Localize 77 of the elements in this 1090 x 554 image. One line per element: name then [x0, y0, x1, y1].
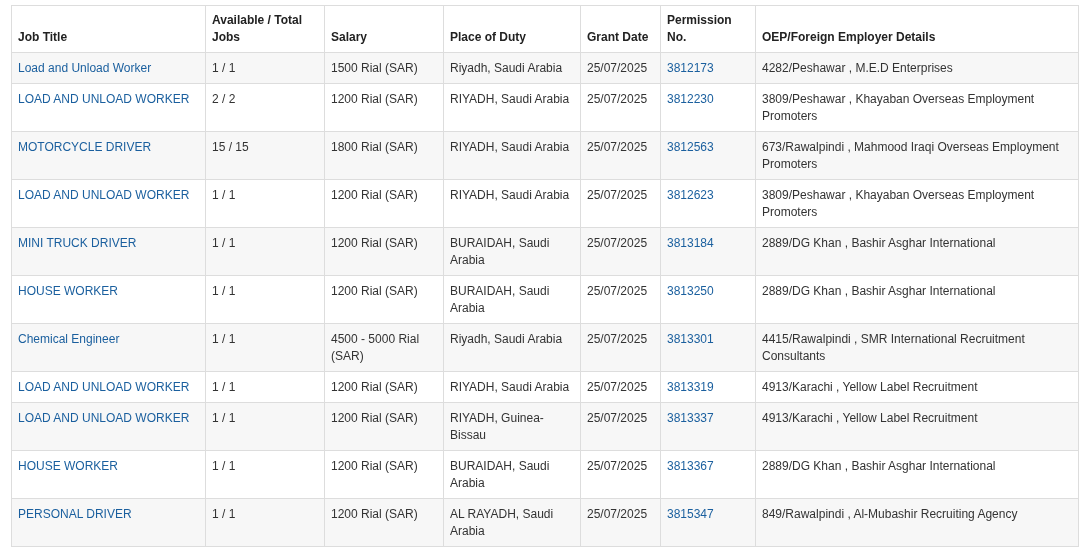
permission-link[interactable]: 3812623	[667, 188, 714, 202]
jobs-count: 1 / 1	[212, 332, 236, 346]
place-text: BURAIDAH, Saudi Arabia	[450, 284, 550, 315]
job-title-link[interactable]: Chemical Engineer	[18, 332, 120, 346]
employer-text: 4415/Rawalpindi , SMR International Recruitment Consultants	[762, 332, 1025, 363]
employer-text: 2889/DG Khan , Bashir Asghar International	[762, 284, 996, 298]
jobs-count: 2 / 2	[212, 92, 236, 106]
salary-text: 1200 Rial (SAR)	[331, 92, 418, 106]
permission-link[interactable]: 3813337	[667, 411, 714, 425]
permission-link[interactable]: 3813184	[667, 236, 714, 250]
column-header: OEP/Foreign Employer Details	[762, 30, 936, 44]
jobs-count: 1 / 1	[212, 380, 236, 394]
grant-date: 25/07/2025	[587, 236, 648, 250]
jobs-count: 1 / 1	[212, 61, 236, 75]
employer-text: 4913/Karachi , Yellow Label Recruitment	[762, 380, 978, 394]
column-header: Job Title	[18, 30, 68, 44]
salary-text: 1200 Rial (SAR)	[331, 411, 418, 425]
place-text: RIYADH, Saudi Arabia	[450, 188, 570, 202]
employer-text: 4913/Karachi , Yellow Label Recruitment	[762, 411, 978, 425]
grant-date: 25/07/2025	[587, 411, 648, 425]
job-title-link[interactable]: MINI TRUCK DRIVER	[18, 236, 137, 250]
permission-link[interactable]: 3812563	[667, 140, 714, 154]
job-title-link[interactable]: PERSONAL DRIVER	[18, 507, 132, 521]
jobs-count: 1 / 1	[212, 507, 236, 521]
salary-text: 1200 Rial (SAR)	[331, 459, 418, 473]
column-header: Available / Total Jobs	[212, 13, 303, 44]
grant-date: 25/07/2025	[587, 284, 648, 298]
employer-text: 673/Rawalpindi , Mahmood Iraqi Overseas Employment Promoters	[762, 140, 1059, 171]
column-header: Permission No.	[667, 13, 732, 44]
column-header: Grant Date	[587, 30, 649, 44]
grant-date: 25/07/2025	[587, 332, 648, 346]
jobs-count: 1 / 1	[212, 188, 236, 202]
salary-text: 1200 Rial (SAR)	[331, 507, 418, 521]
employer-text: 4282/Peshawar , M.E.D Enterprises	[762, 61, 953, 75]
employer-text: 2889/DG Khan , Bashir Asghar International	[762, 236, 996, 250]
place-text: RIYADH, Saudi Arabia	[450, 140, 570, 154]
grant-date: 25/07/2025	[587, 459, 648, 473]
place-text: BURAIDAH, Saudi Arabia	[450, 236, 550, 267]
job-title-link[interactable]: MOTORCYCLE DRIVER	[18, 140, 152, 154]
job-title-link[interactable]: HOUSE WORKER	[18, 284, 118, 298]
permission-link[interactable]: 3815347	[667, 507, 714, 521]
place-text: RIYADH, Guinea-Bissau	[450, 411, 544, 442]
jobs-count: 15 / 15	[212, 140, 249, 154]
place-text: BURAIDAH, Saudi Arabia	[450, 459, 550, 490]
employer-text: 3809/Peshawar , Khayaban Overseas Employment Promoters	[762, 92, 1035, 123]
place-text: AL RAYADH, Saudi Arabia	[450, 507, 554, 538]
salary-text: 1200 Rial (SAR)	[331, 188, 418, 202]
grant-date: 25/07/2025	[587, 188, 648, 202]
salary-text: 1200 Rial (SAR)	[331, 236, 418, 250]
salary-text: 1800 Rial (SAR)	[331, 140, 418, 154]
permission-link[interactable]: 3813250	[667, 284, 714, 298]
salary-text: 1200 Rial (SAR)	[331, 380, 418, 394]
column-header: Place of Duty	[450, 30, 527, 44]
permission-link[interactable]: 3812230	[667, 92, 714, 106]
place-text: RIYADH, Saudi Arabia	[450, 92, 570, 106]
grant-date: 25/07/2025	[587, 140, 648, 154]
job-title-link[interactable]: HOUSE WORKER	[18, 459, 118, 473]
grant-date: 25/07/2025	[587, 92, 648, 106]
permission-link[interactable]: 3813367	[667, 459, 714, 473]
jobs-count: 1 / 1	[212, 411, 236, 425]
jobs-count: 1 / 1	[212, 459, 236, 473]
salary-text: 1500 Rial (SAR)	[331, 61, 418, 75]
grant-date: 25/07/2025	[587, 380, 648, 394]
employer-text: 849/Rawalpindi , Al-Mubashir Recruiting Agency	[762, 507, 1018, 521]
place-text: Riyadh, Saudi Arabia	[450, 332, 563, 346]
column-header: Salary	[331, 30, 368, 44]
place-text: RIYADH, Saudi Arabia	[450, 380, 570, 394]
place-text: Riyadh, Saudi Arabia	[450, 61, 563, 75]
grant-date: 25/07/2025	[587, 61, 648, 75]
employer-text: 3809/Peshawar , Khayaban Overseas Employment Promoters	[762, 188, 1035, 219]
grant-date: 25/07/2025	[587, 507, 648, 521]
jobs-count: 1 / 1	[212, 284, 236, 298]
salary-text: 1200 Rial (SAR)	[331, 284, 418, 298]
jobs-count: 1 / 1	[212, 236, 236, 250]
employer-text: 2889/DG Khan , Bashir Asghar International	[762, 459, 996, 473]
permission-link[interactable]: 3813301	[667, 332, 714, 346]
salary-text: 4500 - 5000 Rial (SAR)	[331, 332, 420, 363]
